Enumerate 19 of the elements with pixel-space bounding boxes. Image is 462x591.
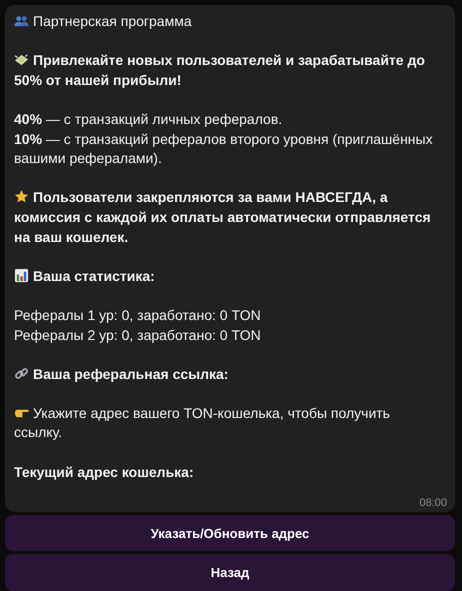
money-icon [14, 52, 29, 68]
message-text: Ваша реферальная ссылка: [14, 364, 433, 384]
message-text: Рефералы 1 ур: 0, заработано: 0 TON [14, 306, 262, 325]
message-text: Партнерская программа [14, 12, 433, 32]
star-icon [14, 189, 29, 204]
message-text: Пользователи закрепляются за вами НАВСЕГДА, а комиссия с каждой их оплаты автоматически отправляется на ваш кошелек. [14, 188, 432, 247]
message-time: 08:00 [419, 496, 447, 510]
message-text: Рефералы 2 ур: 0, заработано: 0 TON [14, 326, 262, 345]
bar-chart-icon [14, 268, 29, 283]
keyboard-button[interactable]: Назад [5, 554, 455, 591]
message-text: Ваша статистика: [14, 266, 433, 286]
keyboard-button[interactable]: Указать/Обновить адрес [5, 514, 455, 552]
message-text: Укажите адрес вашего TON-кошелька, чтобы получить ссылку. [14, 404, 391, 442]
link-icon [14, 366, 29, 381]
message-text: 40% — с транзакций личных рефералов. [14, 110, 284, 129]
message-text: Текущий адрес кошелька: [14, 462, 195, 482]
people-icon [14, 13, 29, 28]
message-text: 10% — с транзакций рефералов второго уровня (приглашённых вашими рефералами). [14, 130, 433, 168]
message-text: Привлекайте новых пользователей и зарабатывайте до 50% от нашей прибыли! [14, 51, 426, 90]
